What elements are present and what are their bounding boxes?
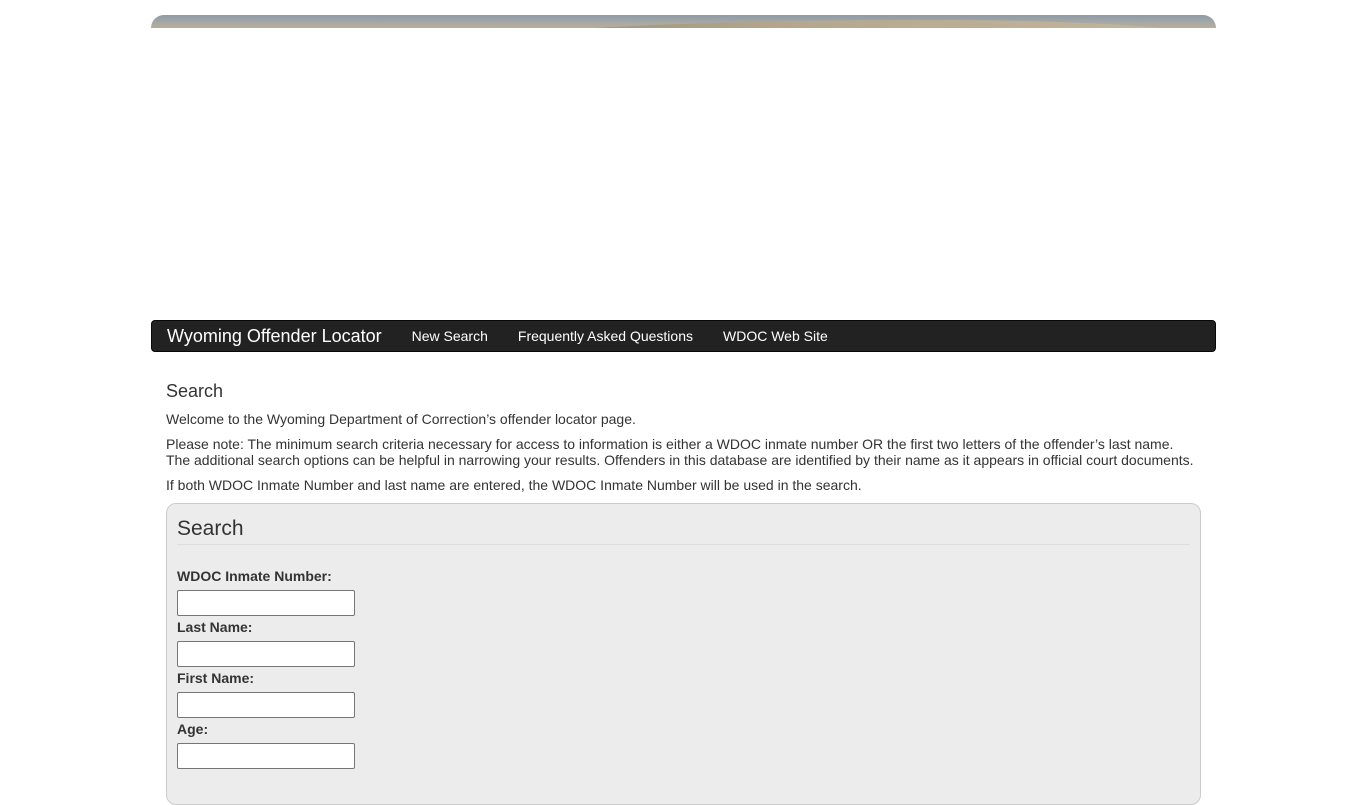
last-name-label: Last Name: bbox=[177, 619, 253, 635]
page-title: Search bbox=[166, 381, 224, 401]
top-navbar: Wyoming Offender Locator New Search Freq… bbox=[151, 320, 1216, 352]
search-criteria-note-line2: The additional search options can be hel… bbox=[166, 452, 1194, 468]
first-name-label: First Name: bbox=[177, 670, 255, 686]
banner-landscape bbox=[511, 20, 1216, 28]
age-input[interactable] bbox=[177, 743, 355, 769]
search-criteria-note-line1: Please note: The minimum search criteria… bbox=[166, 436, 1174, 452]
inmate-number-input[interactable] bbox=[177, 590, 355, 616]
search-criteria-note: Please note: The minimum search criteria… bbox=[166, 436, 1201, 468]
header-banner-image bbox=[151, 15, 1216, 28]
search-panel-title: Search bbox=[177, 517, 244, 540]
last-name-input[interactable] bbox=[177, 641, 355, 667]
navbar-brand[interactable]: Wyoming Offender Locator bbox=[167, 326, 382, 347]
main-content: Search Welcome to the Wyoming Department… bbox=[166, 380, 1201, 502]
panel-divider bbox=[177, 544, 1190, 545]
nav-link-wdoc-web-site[interactable]: WDOC Web Site bbox=[708, 328, 843, 344]
inmate-number-label: WDOC Inmate Number: bbox=[177, 568, 332, 584]
nav-link-new-search[interactable]: New Search bbox=[397, 328, 503, 344]
nav-link-faq[interactable]: Frequently Asked Questions bbox=[503, 328, 708, 344]
age-label: Age: bbox=[177, 721, 209, 737]
first-name-input[interactable] bbox=[177, 692, 355, 718]
search-panel: Search WDOC Inmate Number: Last Name: Fi… bbox=[166, 503, 1201, 805]
welcome-text: Welcome to the Wyoming Department of Cor… bbox=[166, 411, 636, 427]
inmate-number-priority-note: If both WDOC Inmate Number and last name… bbox=[166, 477, 862, 493]
